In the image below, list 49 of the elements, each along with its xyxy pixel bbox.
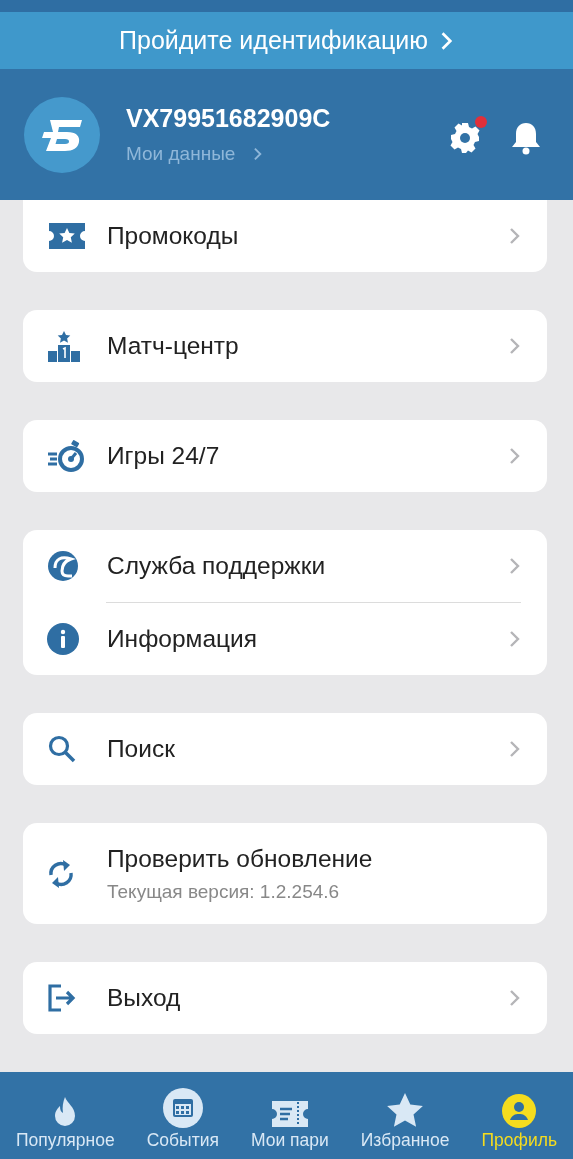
menu-item-label: Служба поддержки <box>107 552 327 580</box>
chevron-icon <box>439 30 454 51</box>
menu-item[interactable]: Выход <box>23 962 547 1034</box>
menu-item-label: Информация <box>107 625 258 653</box>
menu-item-label: Игры 24/7 <box>107 442 221 470</box>
user-icon <box>502 1094 537 1128</box>
username: VX79951682909C <box>126 104 332 133</box>
star-icon <box>386 1092 425 1128</box>
ticket-icon <box>270 1100 309 1128</box>
menu-item[interactable]: Информация <box>23 603 547 675</box>
nav-tab[interactable]: Избранное <box>360 1072 450 1159</box>
flame-icon <box>53 1096 78 1128</box>
calendar-icon <box>162 1088 203 1128</box>
info-icon <box>47 623 79 655</box>
menu-item[interactable]: Проверить обновление Текущая версия: 1.2.254.6 <box>23 823 547 924</box>
settings-button[interactable] <box>449 115 487 154</box>
chevron-icon <box>509 337 521 355</box>
chevron-icon <box>253 147 264 161</box>
exit-icon <box>47 983 77 1013</box>
chevron-icon <box>509 447 521 465</box>
search-icon <box>47 734 77 764</box>
chevron-icon <box>509 227 521 245</box>
menu-item-label: Матч-центр <box>107 332 240 360</box>
nav-tab[interactable]: Профиль <box>481 1072 557 1159</box>
menu-item[interactable]: Игры 24/7 <box>23 420 547 492</box>
version-text: Текущая версия: 1.2.254.6 <box>107 880 341 903</box>
menu-item[interactable]: Промокоды <box>23 200 547 272</box>
menu-item-label: Проверить обновление <box>107 844 374 873</box>
menu-item-label: Промокоды <box>107 222 240 250</box>
menu-item-label: Выход <box>107 984 182 1012</box>
chevron-icon <box>509 557 521 575</box>
chevron-icon <box>509 989 521 1007</box>
menu-item[interactable]: Служба поддержки <box>23 530 547 602</box>
menu-item[interactable]: Матч-центр <box>23 310 547 382</box>
bell-icon <box>511 120 541 155</box>
nav-tab[interactable]: Мои пари <box>250 1072 329 1159</box>
menu-item[interactable]: Поиск <box>23 713 547 785</box>
nav-tab[interactable]: События <box>146 1072 219 1159</box>
settings-icon <box>449 121 481 154</box>
menu-item-label: Поиск <box>107 735 176 763</box>
chevron-icon <box>509 740 521 758</box>
refresh-icon <box>47 857 75 890</box>
chevron-icon <box>509 630 521 648</box>
podium-icon <box>47 330 81 362</box>
logo-icon <box>40 117 84 152</box>
ticket-star-icon <box>47 221 87 251</box>
nav-tab[interactable]: Популярное <box>16 1072 115 1159</box>
stopwatch-icon <box>47 439 85 473</box>
headset-icon <box>47 550 79 582</box>
